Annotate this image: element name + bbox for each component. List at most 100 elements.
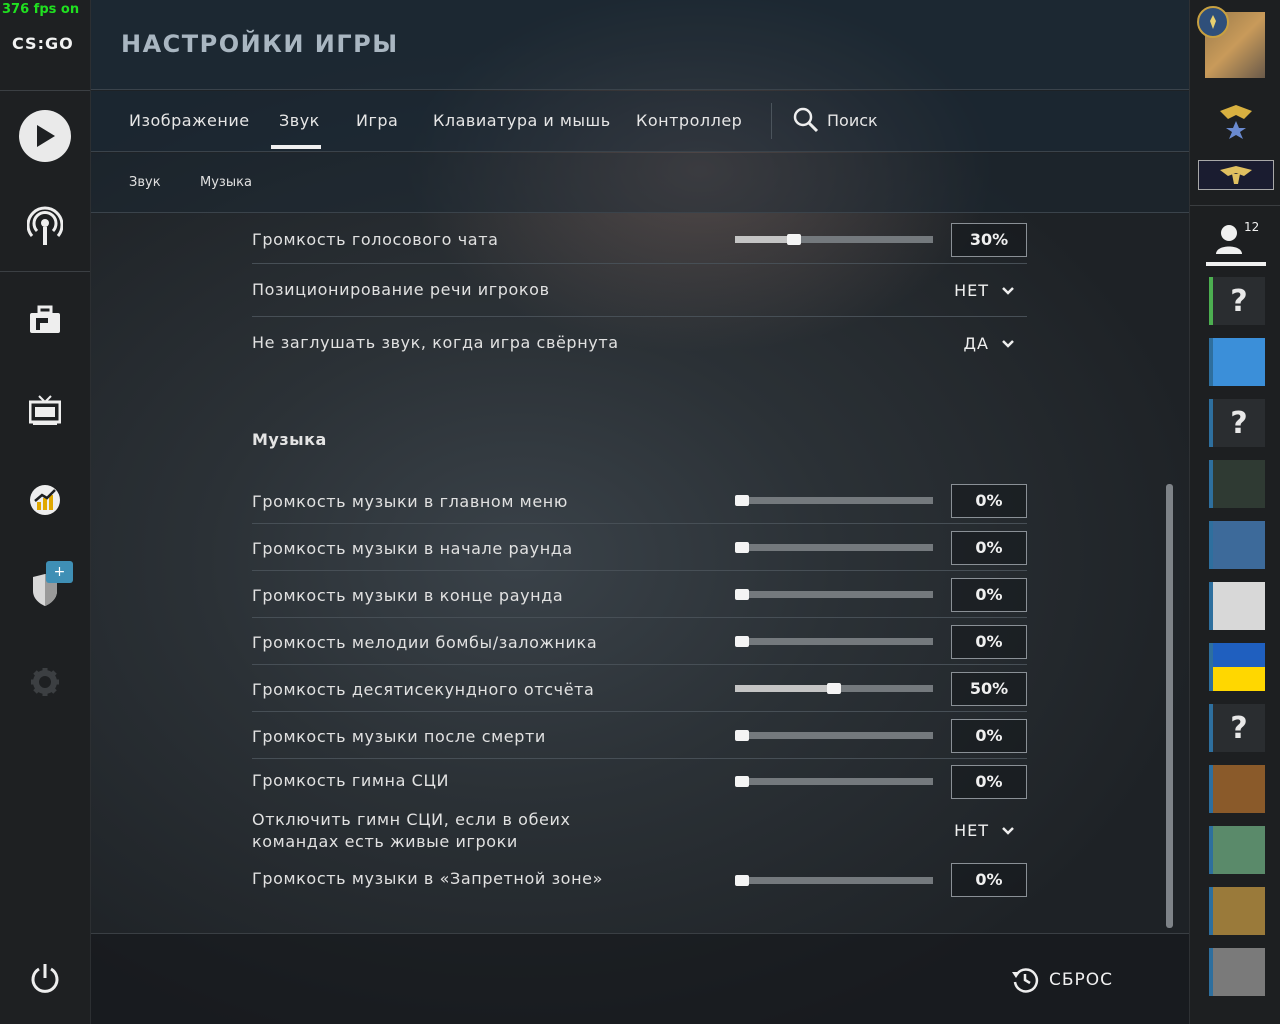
friend-avatar[interactable]: ? xyxy=(1209,704,1265,752)
skill-group-badge xyxy=(1198,160,1274,190)
tab-audio[interactable]: Звук xyxy=(279,111,320,130)
volume-slider[interactable] xyxy=(735,776,933,787)
tab-divider xyxy=(771,103,772,139)
fps-counter: 376 fps on xyxy=(2,2,80,17)
voice-positioning-dropdown[interactable]: НЕТ xyxy=(954,281,1015,300)
friend-avatar[interactable] xyxy=(1209,826,1265,874)
friend-avatar[interactable] xyxy=(1209,338,1265,386)
slider-knob[interactable] xyxy=(735,589,749,600)
page-title: НАСТРОЙКИ ИГРЫ xyxy=(121,30,399,58)
setting-label: Громкость музыки в начале раунда xyxy=(252,539,573,558)
slider-knob[interactable] xyxy=(735,495,749,506)
value-input[interactable]: 0% xyxy=(951,531,1027,565)
volume-slider[interactable] xyxy=(735,683,933,694)
setting-label: Громкость музыки в главном меню xyxy=(252,492,568,511)
value-input[interactable]: 0% xyxy=(951,765,1027,799)
nav-divider xyxy=(0,90,90,91)
bird-avatar xyxy=(1213,887,1265,935)
setting-label: Громкость мелодии бомбы/заложника xyxy=(252,633,598,652)
unknown-avatar: ? xyxy=(1213,399,1265,447)
tab-controller[interactable]: Контроллер xyxy=(636,111,742,130)
search-icon xyxy=(793,107,819,133)
setting-row-music: Громкость музыки в начале раунда 0% xyxy=(252,524,1027,571)
power-icon xyxy=(31,964,59,993)
scrollbar[interactable] xyxy=(1166,484,1173,928)
subtab-music[interactable]: Музыка xyxy=(200,175,252,190)
subtab-audio[interactable]: Звук xyxy=(129,175,161,190)
chevron-down-icon xyxy=(1002,286,1014,295)
inventory-button[interactable] xyxy=(17,292,73,348)
tv-icon xyxy=(29,395,61,425)
volume-slider[interactable] xyxy=(735,875,933,886)
value-input[interactable]: 30% xyxy=(951,223,1027,257)
unknown-avatar: ? xyxy=(1213,704,1265,752)
tab-video[interactable]: Изображение xyxy=(129,111,250,130)
friend-avatar[interactable] xyxy=(1209,887,1265,935)
slider-knob[interactable] xyxy=(827,683,841,694)
gear-icon xyxy=(31,668,59,696)
volume-slider[interactable] xyxy=(735,589,933,600)
value-input[interactable]: 0% xyxy=(951,484,1027,518)
slider-knob[interactable] xyxy=(735,875,749,886)
settings-nav-button[interactable] xyxy=(17,654,73,710)
value-input[interactable]: 0% xyxy=(951,719,1027,753)
setting-row-disable-mvp: Отключить гимн СЦИ, если в обеих команда… xyxy=(252,806,1027,856)
setting-label: Громкость музыки в конце раунда xyxy=(252,586,564,605)
street-avatar xyxy=(1213,948,1265,996)
slider-knob[interactable] xyxy=(735,730,749,741)
watch-button[interactable] xyxy=(17,382,73,438)
user-avatar[interactable] xyxy=(1197,6,1267,78)
reset-button[interactable]: СБРОС xyxy=(1011,966,1113,994)
setting-label: Громкость музыки после смерти xyxy=(252,727,546,746)
friend-avatar[interactable] xyxy=(1209,643,1265,691)
setting-label: Отключить гимн СЦИ, если в обеих команда… xyxy=(252,809,571,853)
friend-avatar[interactable] xyxy=(1209,521,1265,569)
slider-knob[interactable] xyxy=(735,636,749,647)
broadcast-button[interactable] xyxy=(17,198,73,254)
volume-slider[interactable] xyxy=(735,234,933,245)
friend-avatar[interactable] xyxy=(1209,765,1265,813)
friend-avatar[interactable] xyxy=(1209,460,1265,508)
dropdown-value: НЕТ xyxy=(954,281,989,300)
value-input[interactable]: 50% xyxy=(951,672,1027,706)
search-button[interactable]: Поиск xyxy=(793,107,878,133)
setting-row-danger-zone: Громкость музыки в «Запретной зоне» 0% xyxy=(252,863,1027,897)
slider-knob[interactable] xyxy=(735,542,749,553)
no-mute-dropdown[interactable]: ДА xyxy=(964,334,1015,353)
volume-slider[interactable] xyxy=(735,542,933,553)
value-input[interactable]: 0% xyxy=(951,625,1027,659)
play-button[interactable] xyxy=(17,108,73,164)
value-input[interactable]: 0% xyxy=(951,863,1027,897)
setting-row-music: Громкость музыки в главном меню 0% xyxy=(252,477,1027,524)
csgo-logo[interactable]: CS:GO xyxy=(12,34,74,53)
friends-count: 12 xyxy=(1244,220,1260,234)
slider-knob[interactable] xyxy=(787,234,802,245)
power-button[interactable] xyxy=(17,950,73,1006)
volume-slider[interactable] xyxy=(735,730,933,741)
service-medal-icon xyxy=(1197,6,1229,38)
stats-button[interactable] xyxy=(17,472,73,528)
tab-keyboard-mouse[interactable]: Клавиатура и мышь xyxy=(433,111,611,130)
friend-avatar[interactable]: ? xyxy=(1209,399,1265,447)
dropdown-value: ДА xyxy=(963,334,989,353)
slider-knob[interactable] xyxy=(735,776,749,787)
setting-label: Позиционирование речи игроков xyxy=(252,280,550,299)
value-input[interactable]: 0% xyxy=(951,578,1027,612)
friend-avatar[interactable] xyxy=(1209,582,1265,630)
eagle-rank-icon xyxy=(1214,100,1258,144)
setting-label: Громкость гимна СЦИ xyxy=(252,771,450,790)
setting-row-music: Громкость гимна СЦИ 0% xyxy=(252,759,1027,804)
anime-avatar xyxy=(1213,826,1265,874)
tab-game[interactable]: Игра xyxy=(356,111,398,130)
volume-slider[interactable] xyxy=(735,636,933,647)
friend-avatar[interactable] xyxy=(1209,948,1265,996)
settings-screen: 376 fps on CS:GO + НАСТРОЙКИ ИГРЫ Изобра… xyxy=(0,0,1280,1024)
global-elite-eagle-icon xyxy=(1220,166,1252,184)
briefcase-icon xyxy=(30,305,60,333)
person-icon xyxy=(1216,225,1242,254)
friend-avatar[interactable]: ? xyxy=(1209,277,1265,325)
volume-slider[interactable] xyxy=(735,495,933,506)
friends-panel: 12 ??? xyxy=(1189,0,1280,1024)
disable-mvp-dropdown[interactable]: НЕТ xyxy=(954,821,1015,840)
friends-button[interactable]: 12 xyxy=(1206,218,1266,262)
